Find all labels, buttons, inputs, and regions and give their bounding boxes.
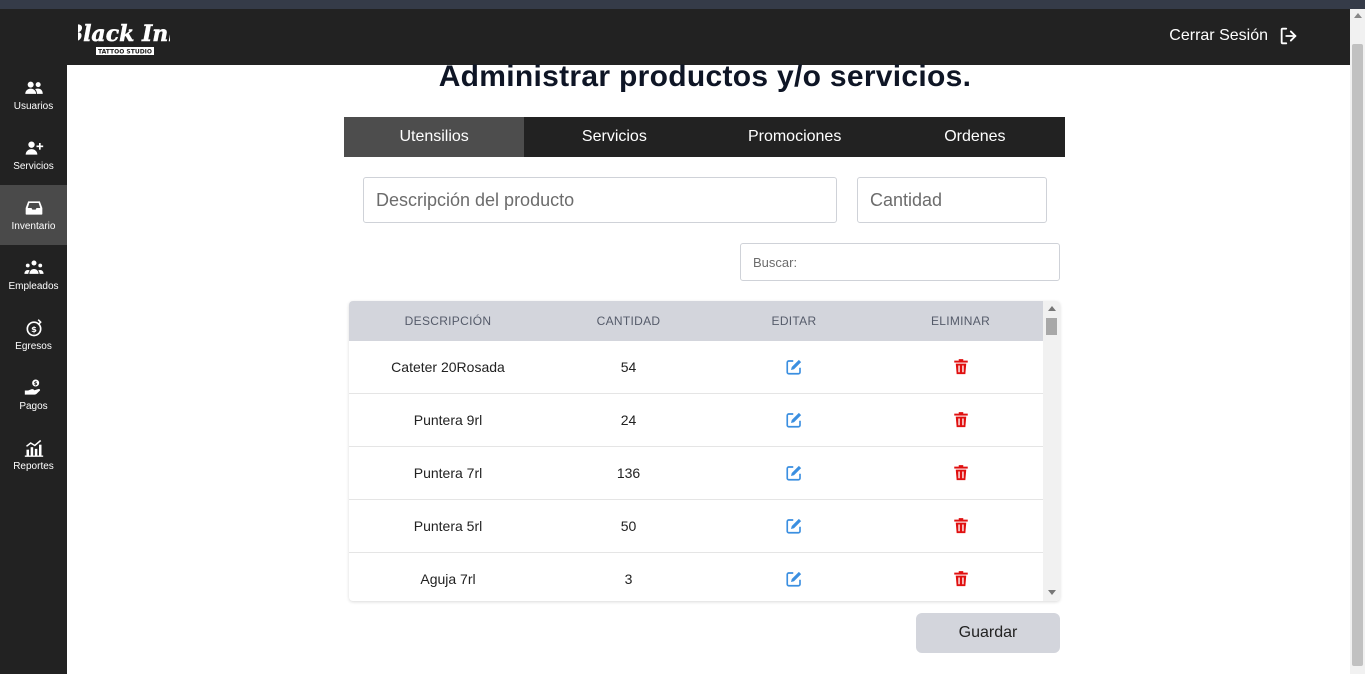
top-navbar: Black Ink TATTOO STUDIO Cerrar Sesión (0, 9, 1350, 65)
svg-text:$: $ (31, 324, 37, 334)
edit-icon[interactable] (785, 517, 803, 535)
table-scroll-down-icon[interactable] (1048, 590, 1056, 595)
browser-top-strip (0, 0, 1365, 9)
tab-promociones[interactable]: Promociones (705, 117, 885, 157)
hand-coin-icon: $ (24, 379, 40, 395)
sidebar-item-label: Inventario (11, 221, 56, 232)
table-row: Puntera 9rl 24 (349, 394, 1043, 447)
brand-logo[interactable]: Black Ink TATTOO STUDIO (63, 17, 184, 59)
inbox-icon (25, 201, 42, 215)
page-title: Administrar productos y/o servicios. (438, 60, 972, 93)
edit-icon[interactable] (785, 570, 803, 588)
sidebar-item-egresos[interactable]: $ Egresos (0, 305, 67, 365)
cell-description: Cateter 20Rosada (391, 359, 505, 375)
cell-quantity: 136 (616, 465, 641, 481)
group-icon (23, 260, 44, 274)
cell-quantity: 24 (620, 412, 637, 428)
quantity-input[interactable] (857, 177, 1047, 223)
page-scrollbar[interactable] (1350, 9, 1365, 674)
logout-button[interactable]: Cerrar Sesión (1169, 25, 1300, 47)
column-header-editar: EDITAR (771, 314, 817, 328)
sidebar: Usuarios Servicios Inventario Empleados … (0, 65, 67, 674)
logo-subtitle: TATTOO STUDIO (98, 49, 152, 56)
save-button[interactable]: Guardar (916, 613, 1060, 653)
table-header: DESCRIPCIÓN CANTIDAD EDITAR ELIMINAR (349, 301, 1043, 341)
edit-icon[interactable] (785, 464, 803, 482)
tab-ordenes[interactable]: Ordenes (885, 117, 1065, 157)
product-tabs: Utensilios Servicios Promociones Ordenes (344, 117, 1065, 157)
user-plus-icon (25, 141, 43, 155)
table-row: Cateter 20Rosada 54 (349, 341, 1043, 394)
sidebar-item-label: Usuarios (13, 101, 54, 112)
sidebar-item-usuarios[interactable]: Usuarios (0, 65, 67, 125)
tab-servicios[interactable]: Servicios (524, 117, 704, 157)
product-description-input[interactable] (363, 177, 837, 223)
sidebar-item-label: Egresos (15, 341, 52, 352)
cell-quantity: 54 (620, 359, 637, 375)
cell-quantity: 3 (624, 571, 633, 587)
scroll-up-arrow-icon[interactable] (1354, 13, 1362, 18)
sidebar-item-label: Empleados (8, 281, 59, 292)
sidebar-item-label: Servicios (13, 161, 54, 172)
column-header-eliminar: ELIMINAR (930, 314, 991, 328)
table-row: Puntera 5rl 50 (349, 500, 1043, 553)
money-icon: $ (26, 319, 42, 337)
sidebar-item-empleados[interactable]: Empleados (0, 245, 67, 305)
table-row: Puntera 7rl 136 (349, 447, 1043, 500)
table-row: Aguja 7rl 3 (349, 553, 1043, 601)
table-scroll-thumb[interactable] (1046, 318, 1057, 335)
cell-description: Puntera 9rl (413, 412, 483, 428)
chart-icon (24, 439, 43, 457)
cell-description: Puntera 7rl (413, 465, 483, 481)
logo-title: Black Ink (78, 21, 170, 47)
trash-icon[interactable] (952, 464, 970, 482)
sidebar-item-inventario[interactable]: Inventario (0, 185, 67, 245)
table-scrollbar[interactable] (1043, 301, 1060, 601)
column-header-descripcion[interactable]: DESCRIPCIÓN (349, 301, 547, 341)
cell-description: Aguja 7rl (420, 571, 476, 587)
svg-text:$: $ (33, 381, 37, 387)
trash-icon[interactable] (952, 570, 970, 588)
sidebar-item-label: Pagos (19, 401, 48, 412)
sidebar-item-pagos[interactable]: $ Pagos (0, 365, 67, 425)
logout-label: Cerrar Sesión (1169, 27, 1268, 44)
sidebar-item-label: Reportes (13, 461, 54, 472)
cell-quantity: 50 (620, 518, 637, 534)
column-header-cantidad[interactable]: CANTIDAD (547, 301, 710, 341)
trash-icon[interactable] (952, 411, 970, 429)
trash-icon[interactable] (952, 517, 970, 535)
search-input[interactable] (740, 243, 1060, 281)
sidebar-item-reportes[interactable]: Reportes (0, 425, 67, 485)
trash-icon[interactable] (952, 358, 970, 376)
table-scroll-up-icon[interactable] (1048, 306, 1056, 311)
sidebar-item-servicios[interactable]: Servicios (0, 125, 67, 185)
edit-icon[interactable] (785, 358, 803, 376)
tab-utensilios[interactable]: Utensilios (344, 117, 525, 157)
scroll-thumb[interactable] (1352, 44, 1363, 666)
edit-icon[interactable] (785, 411, 803, 429)
cell-description: Puntera 5rl (413, 518, 483, 534)
products-table: DESCRIPCIÓN CANTIDAD EDITAR ELIMINAR Cat… (349, 301, 1060, 601)
table-body: Cateter 20Rosada 54 Puntera 9rl 24 Punte… (349, 341, 1043, 601)
users-icon (24, 81, 43, 94)
logout-icon (1280, 27, 1297, 45)
